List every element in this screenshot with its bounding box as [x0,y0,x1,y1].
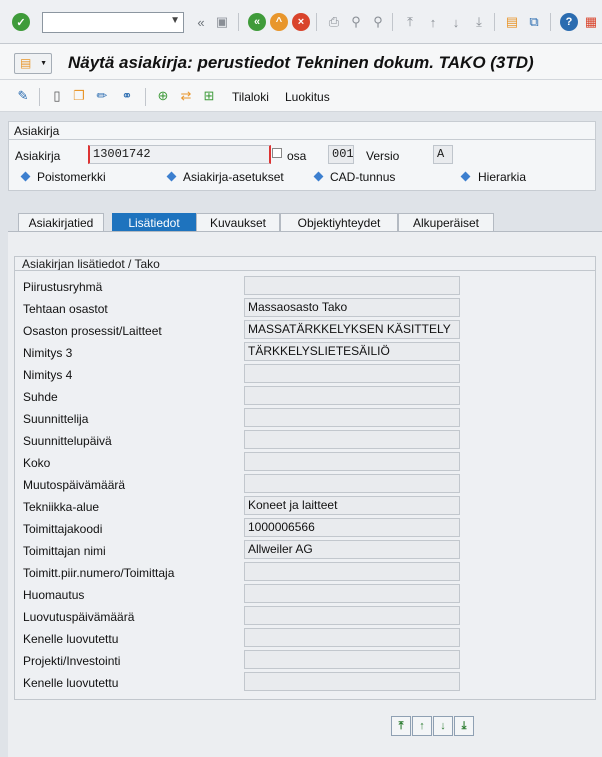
option-cad-id[interactable]: CAD-tunnus [330,170,395,184]
document-label: Asiakirja [15,149,61,163]
field-label: Koko [23,456,51,470]
print-icon[interactable]: ⎙ [325,13,343,31]
field-label: Tekniikka-alue [23,500,100,514]
chevron-down-icon[interactable]: ▼ [170,15,180,26]
field-value[interactable] [244,386,460,405]
field-value[interactable] [244,672,460,691]
tab-descriptions[interactable]: Kuvaukset [196,213,280,232]
scroll-first-icon[interactable]: ⤒ [391,716,411,736]
field-value[interactable] [244,606,460,625]
system-toolbar: ✓ ▼ « ▣ « ^ × ⎙ ⚲ ⚲ ⤒ ↑ ↓ ⤓ ▤ ⧉ ? ▦ [0,0,602,44]
field-label: Suunnittelija [23,412,89,426]
field-value[interactable]: Allweiler AG [244,540,460,559]
prev-page-icon[interactable]: ↑ [424,13,442,31]
find-icon[interactable]: ⚲ [347,13,365,31]
field-label: Kenelle luovutettu [23,632,119,646]
field-value[interactable]: MASSATÄRKKELYKSEN KÄSITTELY [244,320,460,339]
shortcut-icon[interactable]: ⧉ [525,13,543,31]
title-bar: ▤ ▼ Näytä asiakirja: perustiedot Teknine… [0,44,602,80]
field-value[interactable] [244,408,460,427]
field-value[interactable]: Massaosasto Tako [244,298,460,317]
field-label: Nimitys 3 [23,346,73,360]
field-label: Muutospäivämäärä [23,478,126,492]
field-label: Projekti/Investointi [23,654,121,668]
header-section-title: Asiakirja [14,124,60,138]
copy-icon[interactable]: ❐ [70,87,88,105]
check-icon[interactable]: ✓ [12,13,30,31]
last-page-icon[interactable]: ⤓ [470,13,488,31]
scroll-last-icon[interactable]: ⤓ [454,716,474,736]
field-value[interactable] [244,628,460,647]
part-field[interactable]: 001 [328,145,354,164]
scroll-next-icon[interactable]: ↓ [433,716,453,736]
collapse-icon[interactable]: « [192,13,210,31]
field-label: Luovutuspäivämäärä [23,610,135,624]
version-label: Versio [366,149,400,163]
field-value[interactable] [244,452,460,471]
chevron-down-icon: ▼ [40,60,47,67]
binoculars-icon[interactable]: ⚭ [118,87,136,105]
new-session-icon[interactable]: ▤ [503,13,521,31]
field-label: Toimittajakoodi [23,522,103,536]
next-page-icon[interactable]: ↓ [447,13,465,31]
page-title: Näytä asiakirja: perustiedot Tekninen do… [68,53,534,72]
field-value[interactable] [244,276,460,295]
field-value[interactable]: TÄRKKELYSLIETESÄILIÖ [244,342,460,361]
customize-icon[interactable]: ▦ [582,13,600,31]
field-label: Suhde [23,390,58,404]
edit-icon[interactable]: ✏ [93,87,111,105]
field-label: Tehtaan osastot [23,302,108,316]
command-field[interactable]: ▼ [42,12,184,33]
field-label: Toimitt.piir.numero/Toimittaja [23,566,175,580]
field-value[interactable] [244,430,460,449]
field-label: Nimitys 4 [23,368,73,382]
exit-icon[interactable]: ^ [270,13,288,31]
search-object-icon[interactable]: ⊕ [154,87,172,105]
field-label: Osaston prosessit/Laitteet [23,324,162,338]
match-code-icon[interactable] [272,148,282,158]
tab-originals[interactable]: Alkuperäiset [398,213,494,232]
field-label: Piirustusryhmä [23,280,103,294]
field-value[interactable] [244,474,460,493]
option-document-settings[interactable]: Asiakirja-asetukset [183,170,284,184]
field-value[interactable]: Koneet ja laitteet [244,496,460,515]
cancel-icon[interactable]: × [292,13,310,31]
field-value[interactable]: 1000006566 [244,518,460,537]
part-label: osa [287,149,307,163]
tab-additional-data[interactable]: Lisätiedot [112,213,196,232]
field-label: Toimittajan nimi [23,544,106,558]
field-label: Huomautus [23,588,85,602]
option-hierarchy[interactable]: Hierarkia [478,170,526,184]
back-icon[interactable]: « [248,13,266,31]
new-document-icon[interactable]: ▯ [48,87,66,105]
hierarchy-icon[interactable]: ⊞ [200,87,218,105]
document-number-field[interactable]: 13001742 [88,145,271,164]
field-value[interactable] [244,650,460,669]
first-page-icon[interactable]: ⤒ [401,13,419,31]
transfer-icon[interactable]: ⇄ [177,87,195,105]
option-deletion-flag[interactable]: Poistomerkki [37,170,106,184]
scroll-prev-icon[interactable]: ↑ [412,716,432,736]
field-label: Kenelle luovutettu [23,676,119,690]
status-log-button[interactable]: Tilaloki [232,90,269,104]
group-title: Asiakirjan lisätiedot / Tako [22,257,160,271]
classification-button[interactable]: Luokitus [285,90,330,104]
field-value[interactable] [244,562,460,581]
save-icon[interactable]: ▣ [213,13,231,31]
help-icon[interactable]: ? [560,13,578,31]
field-value[interactable] [244,364,460,383]
menu-icon: ▤ [20,56,32,70]
version-field[interactable]: A [433,145,453,164]
tab-document-data[interactable]: Asiakirjatied [18,213,104,232]
field-label: Suunnittelupäivä [23,434,112,448]
display-change-icon[interactable]: ✎ [14,87,32,105]
menu-button[interactable]: ▤ ▼ [14,53,52,74]
application-toolbar: ✎ ▯ ❐ ✏ ⚭ ⊕ ⇄ ⊞ Tilaloki Luokitus [0,80,602,112]
tab-object-links[interactable]: Objektiyhteydet [280,213,398,232]
field-value[interactable] [244,584,460,603]
find-next-icon[interactable]: ⚲ [369,13,387,31]
